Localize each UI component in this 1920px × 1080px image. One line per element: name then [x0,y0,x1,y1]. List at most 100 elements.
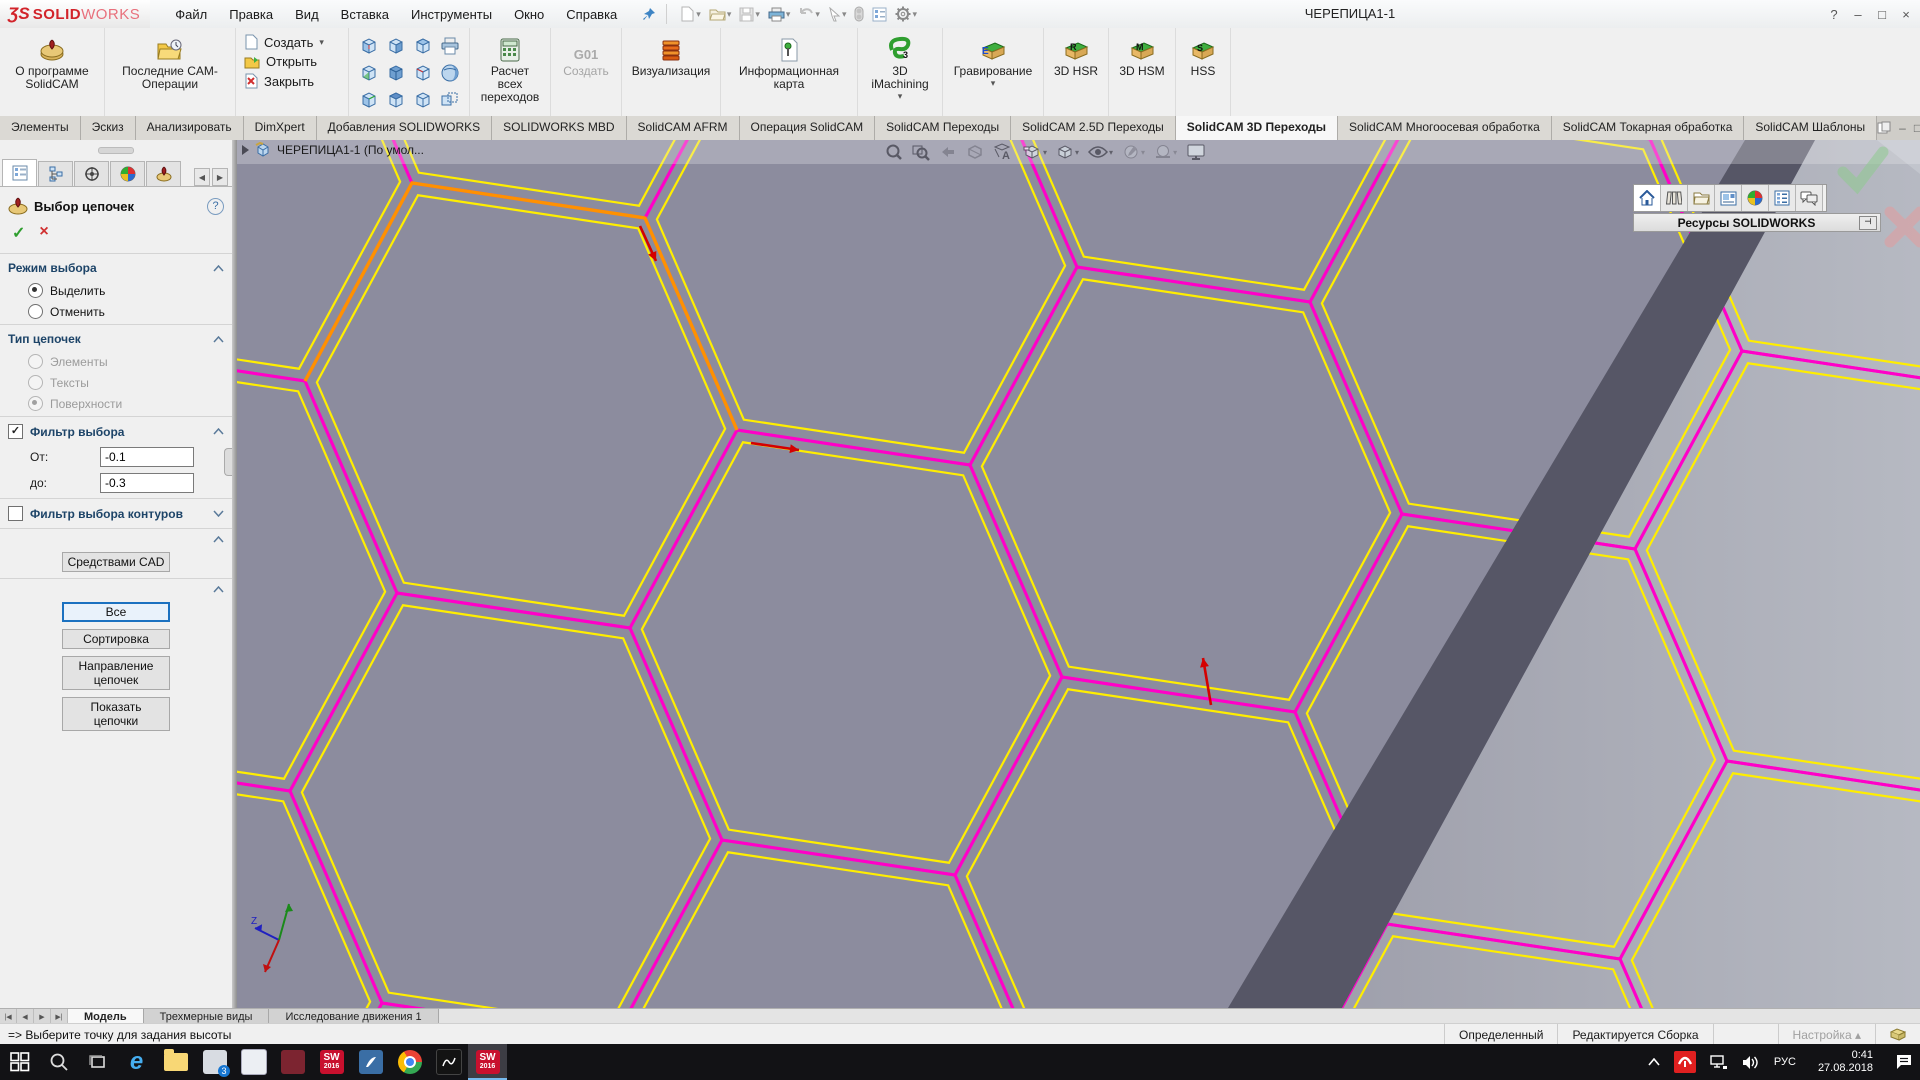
mode-section-header[interactable]: Режим выбора [0,256,232,280]
prev-tab-button[interactable]: ◀ [17,1009,34,1024]
cube-tool-icon[interactable] [359,36,379,56]
engraving-button[interactable]: E Гравирование ▾ [943,28,1044,116]
cube-tool-icon[interactable] [386,63,406,83]
print-button[interactable]: ▾ [765,5,794,24]
undo-button[interactable]: ▾ [795,5,823,23]
last-tab-button[interactable]: ▶| [51,1009,68,1024]
cube-tool-icon[interactable] [413,36,433,56]
cam-open-button[interactable]: Открыть [244,54,340,69]
app-icon-light[interactable] [234,1044,273,1080]
tab-afrm[interactable]: SolidCAM AFRM [627,116,740,140]
model-scene[interactable]: Z [237,140,1920,1008]
app-icon-darkred[interactable] [273,1044,312,1080]
zoom-fit-icon[interactable] [885,143,903,161]
feature-tree-tab[interactable] [38,161,73,186]
expand-arrow-icon[interactable] [241,145,249,155]
resources-panel-header[interactable]: Ресурсы SOLIDWORKS ⊣ [1633,213,1881,232]
tab-evaluate[interactable]: Анализировать [136,116,244,140]
file-properties-button[interactable] [869,5,890,24]
simulation-button[interactable]: Визуализация [622,28,721,116]
action-center-icon[interactable] [1888,1044,1920,1080]
tab-elements[interactable]: Элементы [0,116,81,140]
cube-tool-icon[interactable] [413,63,433,83]
configuration-tab[interactable] [74,161,109,186]
menu-item[interactable]: Вставка [330,7,400,22]
ok-button[interactable]: ✓ [12,223,25,243]
appearances-scenes-tab[interactable] [1742,185,1769,211]
tab-solidcam-operation[interactable]: Операция SolidCAM [740,116,876,140]
solidcam-manager-tab[interactable] [146,161,181,186]
tab-sketch[interactable]: Эскиз [81,116,136,140]
filter-to-input[interactable] [100,473,194,493]
property-manager-tab[interactable] [2,159,37,186]
confirm-cancel-corner[interactable] [1882,204,1920,250]
cancel-button[interactable]: × [39,223,48,243]
chrome-icon[interactable] [390,1044,429,1080]
show-chains-button[interactable]: Показать цепочки [62,697,170,731]
chevron-up-icon[interactable] [213,336,224,343]
graphics-viewport[interactable]: Z ЧЕРЕПИЦА1-1 (По умол... A ▾ [237,140,1920,1008]
cube-tool-icon[interactable] [359,90,379,110]
sort-button[interactable]: Сортировка [62,629,170,649]
pin-panel-icon[interactable]: ⊣ [1859,216,1877,230]
tab-addins[interactable]: Добавления SOLIDWORKS [317,116,493,140]
3d-views-tab[interactable]: Трехмерные виды [144,1009,270,1024]
hss-button[interactable]: S HSS [1176,28,1231,116]
custom-properties-tab[interactable] [1769,185,1796,211]
annotation-views-icon[interactable]: A [993,143,1013,161]
cube-tool-icon[interactable] [413,90,433,110]
solidworks-2016-active-icon[interactable]: SW2016 [468,1044,507,1080]
cad-section-header[interactable] [0,531,232,548]
tab-solidcam-25d[interactable]: SolidCAM 2.5D Переходы [1011,116,1176,140]
chevron-down-icon[interactable] [213,510,224,517]
app-icon-black[interactable] [429,1044,468,1080]
transform-tool-icon[interactable] [440,90,460,110]
chevron-up-icon[interactable] [213,586,224,593]
menu-item[interactable]: Инструменты [400,7,503,22]
app-icon-blue[interactable] [351,1044,390,1080]
model-tab[interactable]: Модель [68,1009,144,1024]
view-palette-tab[interactable] [1715,185,1742,211]
display-style-icon[interactable]: ▾ [1056,143,1079,161]
tab-solidcam-3d[interactable]: SolidCAM 3D Переходы [1176,116,1338,140]
panel-grip[interactable] [0,140,232,160]
checkbox-checked[interactable]: ✓ [8,424,23,439]
tab-solidcam-templates[interactable]: SolidCAM Шаблоны [1744,116,1877,140]
imachining-3d-button[interactable]: 3 3D iMachining ▾ [858,28,943,116]
cam-close-button[interactable]: Закрыть [244,73,340,89]
mode-option-unselect[interactable]: Отменить [0,301,232,322]
options-gear-button[interactable]: ▾ [892,4,920,24]
help-icon[interactable]: ? [207,198,224,215]
doc-minimize-button[interactable]: – [1899,121,1906,135]
menu-item[interactable]: Окно [503,7,555,22]
network-tray-icon[interactable] [1703,1044,1735,1080]
appearances-tab[interactable] [110,161,145,186]
print-tool-icon[interactable] [440,37,460,55]
new-document-button[interactable]: ▾ [677,4,704,24]
first-tab-button[interactable]: |◀ [0,1009,17,1024]
scroll-left-button[interactable]: ◀ [194,168,210,186]
chain-direction-button[interactable]: Направление цепочек [62,656,170,690]
menu-item[interactable]: Вид [284,7,330,22]
start-button[interactable] [0,1044,39,1080]
design-library-tab[interactable] [1661,185,1688,211]
cam-new-button[interactable]: Создать ▾ [244,34,340,50]
chevron-up-icon[interactable] [213,265,224,272]
chevron-up-icon[interactable] [213,536,224,543]
tray-expand-chevron[interactable] [1641,1044,1667,1080]
volume-tray-icon[interactable] [1735,1044,1767,1080]
checkbox-unchecked[interactable] [8,506,23,521]
pin-menu-icon[interactable] [642,7,656,21]
minimize-button[interactable]: – [1846,7,1870,22]
pane-split-icon[interactable] [1877,121,1891,135]
view-settings-icon[interactable] [1186,143,1206,161]
chains-section-header[interactable] [0,581,232,598]
hsm-3d-button[interactable]: M 3D HSM [1109,28,1176,116]
help-button[interactable]: ? [1822,7,1846,22]
contour-filter-header[interactable]: Фильтр выбора контуров [0,501,232,526]
motion-study-tab[interactable]: Исследование движения 1 [269,1009,438,1024]
calculate-all-operations-button[interactable]: Расчет всех переходов [470,28,551,116]
radio-selected[interactable] [28,283,43,298]
file-explorer-icon[interactable] [156,1044,195,1080]
save-button[interactable]: ▾ [736,5,763,24]
